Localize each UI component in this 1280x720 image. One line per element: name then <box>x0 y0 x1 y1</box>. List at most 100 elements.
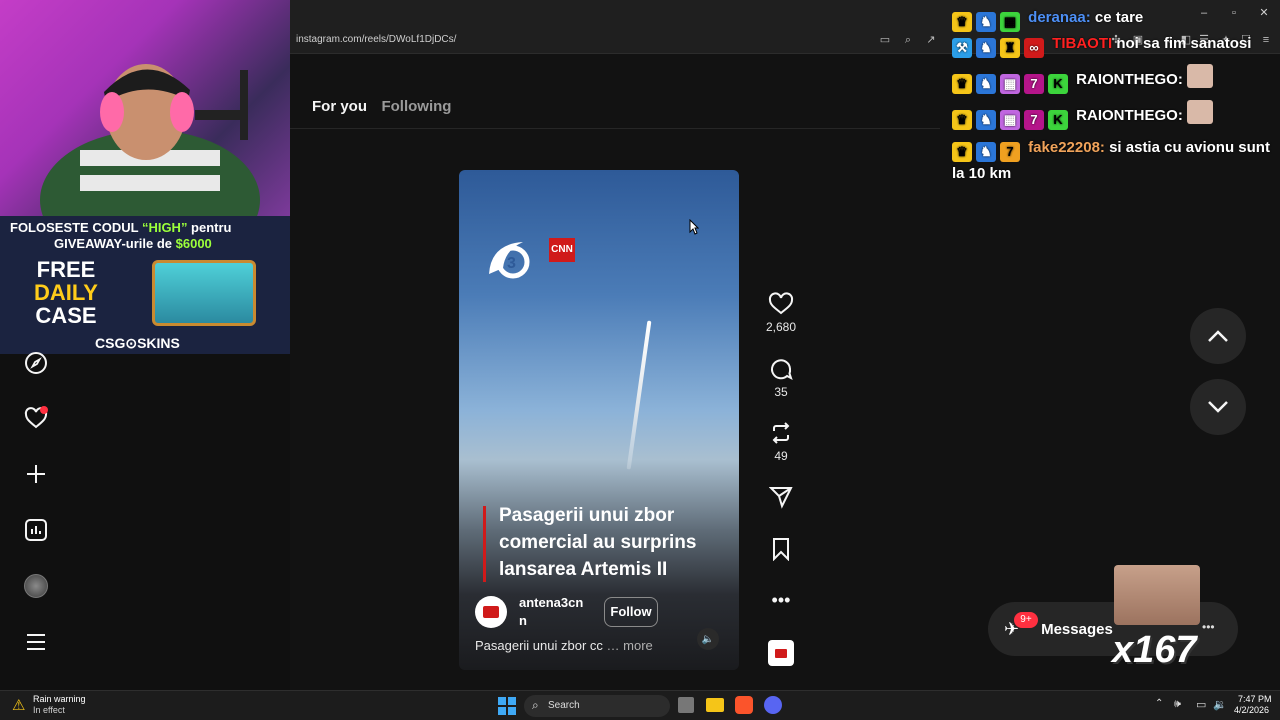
discord-icon[interactable] <box>764 696 782 714</box>
audio-thumbnail[interactable] <box>766 640 796 666</box>
mute-button[interactable]: 🔈 <box>697 628 719 650</box>
previous-reel-button[interactable] <box>1190 308 1246 364</box>
promo-case: CASE <box>35 303 97 328</box>
badge-icon: ♜ <box>1000 38 1020 58</box>
chat-user: fake22208: <box>1028 139 1105 156</box>
chat-message: ♛ ♞ ▦ deranaa: ce tare <box>952 6 1272 32</box>
weather-subtitle: In effect <box>33 705 65 715</box>
crown-icon: ♛ <box>952 110 972 130</box>
promo-daily: DAILY <box>34 280 98 305</box>
gift-icon: ▦ <box>1000 110 1020 130</box>
reel-video[interactable]: 3 CNN Pasagerii unui zbor comercial au s… <box>459 170 739 670</box>
like-count: 2,680 <box>765 320 797 334</box>
title-accent-bar <box>483 506 486 582</box>
send-icon <box>769 487 793 509</box>
promo-free: FREE <box>36 257 96 282</box>
reel-title: Pasagerii unui zbor comercial au surprin… <box>499 505 697 580</box>
cnn-logo: CNN <box>549 238 575 262</box>
repost-button[interactable]: 49 <box>766 421 796 463</box>
author-name[interactable]: antena3cnn <box>519 594 589 630</box>
comment-icon <box>771 359 793 380</box>
cast-icon[interactable]: ▭ <box>877 32 893 48</box>
more-menu-icon[interactable] <box>22 628 50 656</box>
ellipsis-icon[interactable]: ••• <box>1202 620 1215 634</box>
next-reel-button[interactable] <box>1190 379 1246 435</box>
gift-icon: ▦ <box>1000 12 1020 32</box>
weather-title[interactable]: Rain warning <box>33 694 86 704</box>
notifications-icon[interactable] <box>22 404 50 432</box>
chat-message: ♛ ♞ 7 fake22208: si astia cu avionu sunt l… <box>952 136 1272 186</box>
windows-taskbar: ⚠ Rain warning In effect ⌕ Search ⌃ 🕪 ▭ … <box>0 690 1280 720</box>
chat-user: RAIONTHEGO: <box>1076 71 1183 88</box>
chevron-down-icon <box>1208 401 1228 413</box>
more-link[interactable]: … more <box>607 638 653 653</box>
badge-icon: ♞ <box>976 74 996 94</box>
antena3-logo: 3 <box>483 234 549 287</box>
crown-icon: ♛ <box>952 74 972 94</box>
taskbar-search[interactable]: ⌕ Search <box>524 695 670 717</box>
search-icon: ⌕ <box>532 698 539 712</box>
heart-icon <box>768 292 794 315</box>
seven-tv-icon: 7 <box>1000 142 1020 162</box>
save-button[interactable] <box>766 537 796 561</box>
feed-tabs: For you Following <box>312 98 461 116</box>
badge-icon: ♞ <box>976 142 996 162</box>
file-explorer-icon[interactable] <box>706 698 724 712</box>
speaker-icon[interactable]: 🕪 <box>1174 698 1181 711</box>
tab-for-you[interactable]: For you <box>312 98 367 115</box>
clock-time[interactable]: 7:47 PM <box>1238 694 1272 704</box>
messages-label: Messages <box>1041 620 1113 638</box>
chevron-up-icon[interactable]: ⌃ <box>1155 698 1163 709</box>
mouse-cursor <box>689 218 700 240</box>
chat-message: ♛ ♞ ▦ 7 K RAIONTHEGO: <box>952 100 1272 130</box>
promo-amount: $6000 <box>175 236 212 251</box>
chat-user: RAIONTHEGO: <box>1076 107 1183 124</box>
promo-text: pentru <box>187 220 232 235</box>
profile-avatar[interactable] <box>22 572 50 600</box>
crown-icon: ♛ <box>952 142 972 162</box>
promo-code: “HIGH” <box>141 220 188 235</box>
chat-text: ce tare <box>1094 9 1144 26</box>
tab-following[interactable]: Following <box>381 98 451 115</box>
clock-date[interactable]: 4/2/2026 <box>1234 705 1269 715</box>
display-icon[interactable]: ▭ <box>1196 698 1206 711</box>
task-view-icon[interactable] <box>678 697 694 713</box>
chat-message: ⚒ ♞ ♜ ∞ TIBAOTI noi sa fim sanatosi <box>952 32 1272 58</box>
kick-icon: K <box>1048 74 1068 94</box>
start-button[interactable] <box>498 697 516 715</box>
crown-icon: ♛ <box>952 12 972 32</box>
gift-count: x167 <box>1112 629 1197 671</box>
hammer-icon: ⚒ <box>952 38 972 58</box>
share-icon[interactable]: ↗ <box>923 32 939 48</box>
create-icon[interactable] <box>22 460 50 488</box>
author-avatar[interactable] <box>475 596 507 628</box>
comment-count: 35 <box>774 385 788 399</box>
chat-user: deranaa: <box>1028 9 1091 26</box>
repost-icon <box>772 422 790 444</box>
reel-caption: Pasagerii unui zbor cc <box>475 638 603 653</box>
chevron-up-icon <box>1208 330 1228 342</box>
dashboard-icon[interactable] <box>22 516 50 544</box>
url-text[interactable]: instagram.com/reels/DWoLf1DjDCs/ <box>296 34 456 45</box>
share-button[interactable] <box>766 485 796 509</box>
volume-icon[interactable]: 🔉 <box>1213 698 1227 711</box>
explore-icon[interactable] <box>22 349 50 377</box>
more-options-button[interactable]: ••• <box>766 591 796 609</box>
follow-button[interactable]: Follow <box>604 597 658 627</box>
promo-text: GIVEAWAY-urile de <box>54 236 176 251</box>
tabs-divider <box>290 128 940 129</box>
sponsor-banner: FOLOSESTE CODUL “HIGH” pentru GIVEAWAY-u… <box>0 216 290 354</box>
chat-user: TIBAOTI <box>1052 35 1113 52</box>
promo-text: FOLOSESTE CODUL <box>10 220 142 235</box>
rocket-trail <box>626 320 652 470</box>
badge-icon: ♞ <box>976 38 996 58</box>
brave-browser-icon[interactable] <box>735 696 753 714</box>
zoom-icon[interactable]: ⌕ <box>900 32 916 48</box>
mask-icon: ∞ <box>1024 38 1044 58</box>
badge-icon: ♞ <box>976 12 996 32</box>
comment-button[interactable]: 35 <box>766 357 796 399</box>
case-image <box>152 260 256 326</box>
like-button[interactable]: 2,680 <box>766 292 796 334</box>
repost-count: 49 <box>774 449 788 463</box>
promo-brand: CSG⊙SKINS <box>95 335 180 351</box>
